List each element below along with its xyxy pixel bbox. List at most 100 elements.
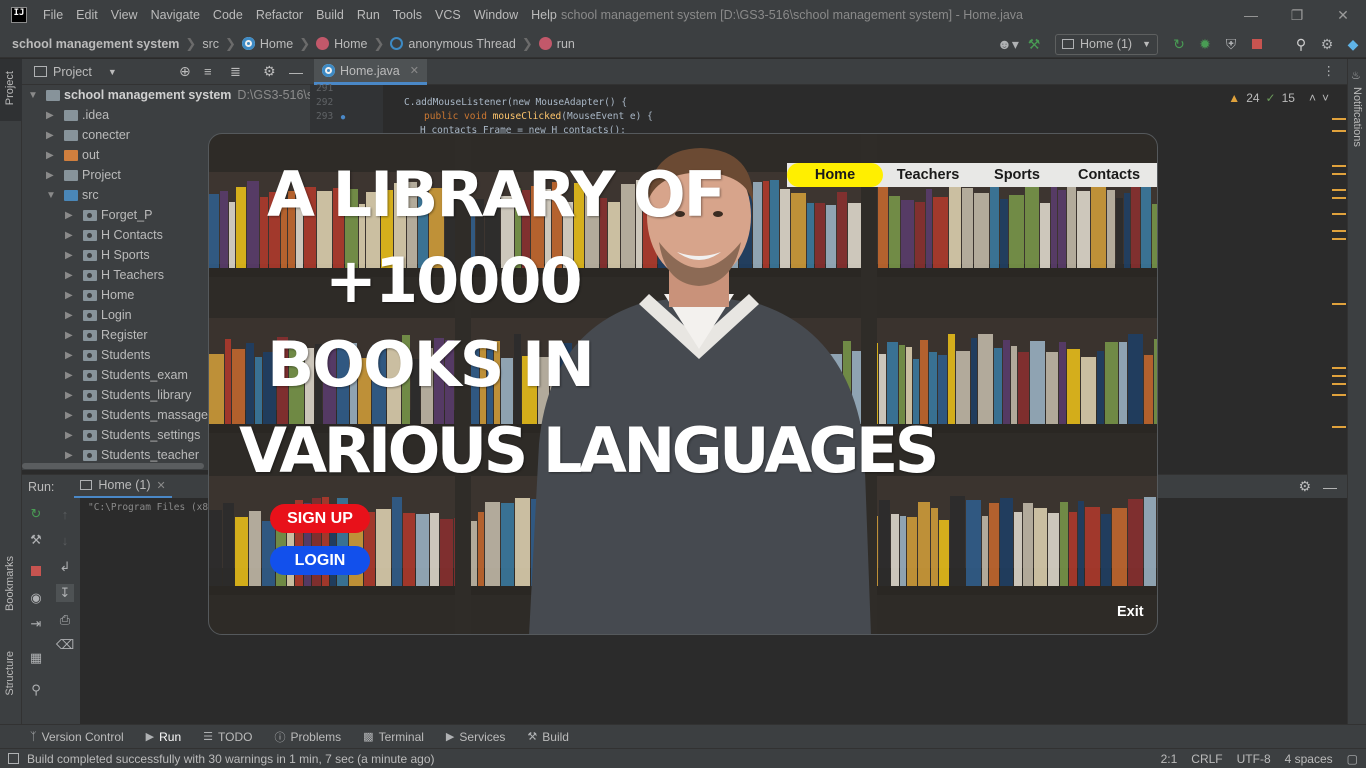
wrench-icon[interactable]: ⚒ [27, 531, 45, 549]
stop-icon[interactable] [27, 562, 45, 580]
breadcrumb-project[interactable]: school management system [12, 37, 179, 51]
tree-item-out[interactable]: ▶ out [46, 145, 99, 165]
collapse-all-icon[interactable]: ≣ [230, 64, 241, 80]
breadcrumb-home-class[interactable]: Home [241, 37, 293, 51]
warning-stripe-marker[interactable] [1332, 189, 1346, 191]
tree-package[interactable]: ▶ H Contacts [65, 225, 163, 245]
coverage-icon[interactable]: ⛨ [1220, 33, 1242, 55]
tree-package[interactable]: ▶ Register [65, 325, 148, 345]
status-toggle-icon[interactable] [8, 753, 19, 764]
locate-file-icon[interactable]: ⊕ [179, 63, 191, 80]
terminal-tool[interactable]: ▩ Terminal [363, 730, 424, 744]
chevron-up-icon[interactable]: ˄ [1309, 91, 1316, 105]
menu-code[interactable]: Code [207, 0, 250, 30]
inspection-widget[interactable]: ▲ 24 ✓ 15 ˄ ˅ [1228, 91, 1329, 105]
breadcrumb-anonymous-thread[interactable]: anonymous Thread [390, 37, 516, 51]
warning-stripe-marker[interactable] [1332, 213, 1346, 215]
warning-stripe-marker[interactable] [1332, 230, 1346, 232]
layout-icon[interactable]: ▦ [27, 649, 45, 667]
search-icon[interactable]: ⚲ [1290, 33, 1312, 55]
todo-tool[interactable]: ☰ TODO [203, 730, 252, 744]
minimize-icon[interactable]: — [1228, 0, 1274, 30]
menu-window[interactable]: Window [468, 0, 525, 30]
warning-stripe-marker[interactable] [1332, 173, 1346, 175]
build-hammer-icon[interactable]: ⚒ [1023, 33, 1045, 55]
tree-root[interactable]: ▼ school management system D:\GS3-516\sc… [28, 85, 333, 105]
warning-stripe-marker[interactable] [1332, 394, 1346, 396]
jetbrains-ai-icon[interactable]: ◆ [1342, 33, 1364, 55]
breadcrumb-src[interactable]: src [202, 37, 219, 51]
tree-item-src[interactable]: ▼ src [46, 185, 99, 205]
run-settings-gear-icon[interactable]: ⚙ [1298, 478, 1311, 495]
menu-tools[interactable]: Tools [387, 0, 429, 30]
rerun-icon[interactable]: ↻ [27, 505, 45, 523]
print-icon[interactable]: ⎙ [56, 611, 74, 629]
warning-stripe-marker[interactable] [1332, 165, 1346, 167]
tree-package[interactable]: ▶ Students_library [65, 385, 191, 405]
breadcrumb-home-method[interactable]: Home [316, 37, 368, 51]
warning-stripe-marker[interactable] [1332, 367, 1346, 369]
status-message[interactable]: Build completed successfully with 30 war… [27, 752, 435, 766]
breadcrumb-run[interactable]: run [538, 37, 575, 51]
nav-teachers-button[interactable]: Teachers [883, 163, 973, 187]
menu-run[interactable]: Run [351, 0, 387, 30]
chevron-down-icon[interactable]: ˅ [1322, 91, 1329, 105]
structure-tool-tab[interactable]: Structure [4, 651, 16, 696]
tree-package[interactable]: ▶ Students_massage [65, 405, 208, 425]
project-panel-title[interactable]: Project [53, 65, 92, 79]
nav-contacts-button[interactable]: Contacts [1061, 163, 1157, 187]
services-tool[interactable]: ▶ Services [446, 730, 505, 744]
editor-tab-home-java[interactable]: Home.java ✕ [314, 59, 427, 85]
menu-edit[interactable]: Edit [70, 0, 105, 30]
warning-stripe-marker[interactable] [1332, 238, 1346, 240]
menu-build[interactable]: Build [310, 0, 351, 30]
camera-icon[interactable]: ◉ [27, 589, 45, 607]
nav-sports-button[interactable]: Sports [973, 163, 1061, 187]
options-gear-icon[interactable]: ⚙ [263, 63, 276, 80]
stop-icon[interactable] [1246, 33, 1268, 55]
run-tab-home[interactable]: Home (1) ✕ [74, 475, 172, 499]
chevron-down-icon[interactable]: ▼ [108, 67, 117, 77]
warning-stripe-marker[interactable] [1332, 197, 1346, 199]
nav-home-button[interactable]: Home [787, 163, 883, 187]
tree-package[interactable]: ▶ Students_settings [65, 425, 200, 445]
soft-wrap-icon[interactable]: ↲ [56, 558, 74, 576]
menu-refactor[interactable]: Refactor [250, 0, 310, 30]
indent-setting[interactable]: 4 spaces [1285, 752, 1333, 766]
pin-icon[interactable]: ⚲ [27, 681, 45, 699]
tree-item-conecter[interactable]: ▶ conecter [46, 125, 130, 145]
close-icon[interactable]: ✕ [1320, 0, 1366, 30]
menu-navigate[interactable]: Navigate [145, 0, 207, 30]
more-options-icon[interactable]: ⋮ [1323, 63, 1336, 78]
run-configuration-select[interactable]: Home (1) ▼ [1054, 33, 1158, 55]
notification-bell-icon[interactable]: ♨ [1351, 69, 1361, 82]
menu-help[interactable]: Help [525, 0, 564, 30]
warning-stripe-marker[interactable] [1332, 426, 1346, 428]
console-output[interactable]: "C:\Program Files (x86)\ [88, 502, 225, 513]
hide-panel-icon[interactable]: — [1323, 479, 1337, 495]
user-icon[interactable]: ☻▾ [997, 33, 1019, 55]
exit-icon[interactable]: ⇥ [27, 615, 45, 633]
tree-package[interactable]: ▶ Login [65, 305, 132, 325]
signup-button[interactable]: SIGN UP [270, 504, 370, 533]
menu-vcs[interactable]: VCS [429, 0, 468, 30]
warning-stripe-marker[interactable] [1332, 130, 1346, 132]
trash-icon[interactable]: ⌫ [56, 636, 74, 654]
expand-all-icon[interactable]: ≡ [204, 64, 212, 79]
line-separator[interactable]: CRLF [1191, 752, 1222, 766]
debug-icon[interactable]: ✹ [1194, 33, 1216, 55]
scroll-to-end-icon[interactable]: ↧ [56, 584, 74, 602]
caret-position[interactable]: 2:1 [1161, 752, 1178, 766]
bookmarks-tool-tab[interactable]: Bookmarks [4, 556, 16, 611]
login-button[interactable]: LOGIN [270, 546, 370, 575]
tree-package[interactable]: ▶ Students_exam [65, 365, 188, 385]
arrow-up-icon[interactable]: ↑ [56, 505, 74, 523]
tree-package[interactable]: ▶ H Teachers [65, 265, 164, 285]
menu-view[interactable]: View [105, 0, 145, 30]
build-tool[interactable]: ⚒ Build [527, 730, 569, 744]
run-tool[interactable]: ▶ Run [146, 730, 181, 744]
menu-file[interactable]: File [37, 0, 70, 30]
warning-stripe-marker[interactable] [1332, 383, 1346, 385]
tree-item-project[interactable]: ▶ Project [46, 165, 121, 185]
arrow-down-icon[interactable]: ↓ [56, 531, 74, 549]
